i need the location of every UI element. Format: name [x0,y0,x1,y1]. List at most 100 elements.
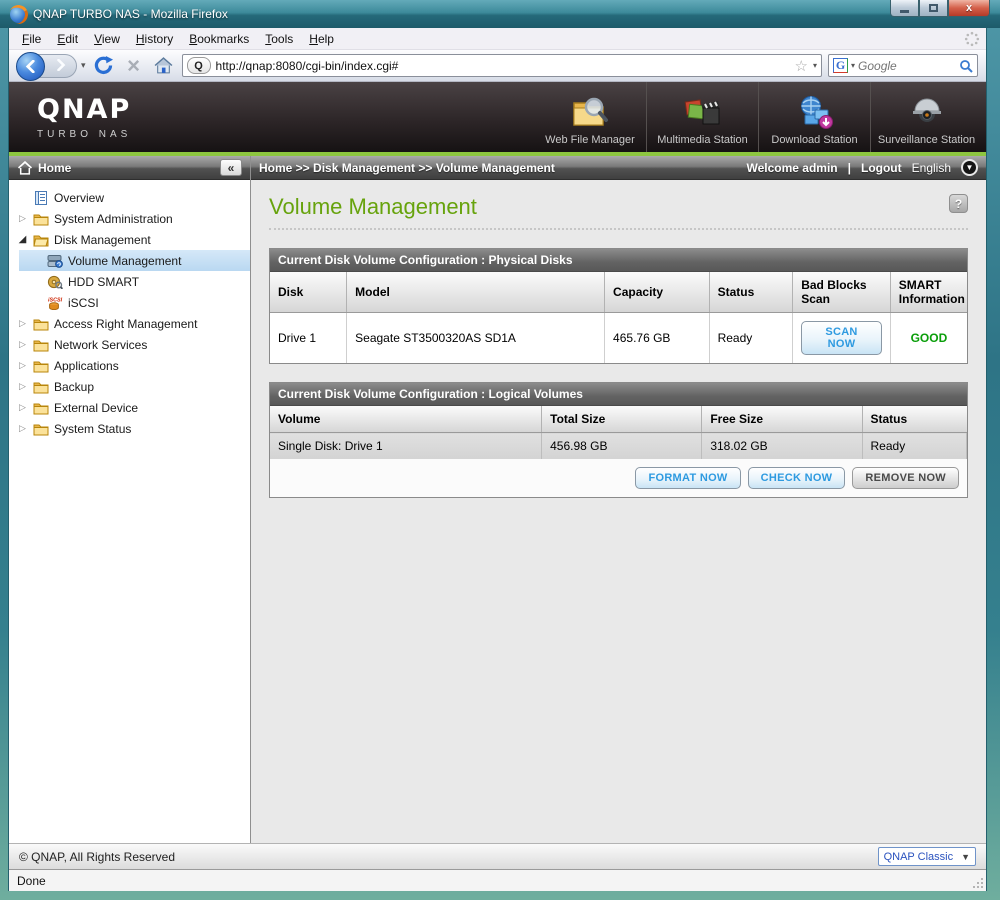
sidebar-item-applications[interactable]: ▷ Applications [9,355,250,376]
site-favicon[interactable]: Q [186,57,211,74]
document-icon [33,191,49,205]
folder-icon [33,380,49,394]
table-row: Single Disk: Drive 1 456.98 GB 318.02 GB… [270,432,967,459]
tree-item-label: HDD SMART [68,274,140,289]
station-surveillance[interactable]: Surveillance Station [870,82,982,152]
search-icon[interactable] [959,59,973,73]
content-area: Home >> Disk Management >> Volume Manage… [251,156,986,843]
separator: | [847,160,851,175]
sidebar-item-access-right-management[interactable]: ▷ Access Right Management [9,313,250,334]
menu-bar: File Edit View History Bookmarks Tools H… [9,28,986,50]
search-engine-icon[interactable]: G [833,58,848,73]
scan-now-button[interactable]: SCAN NOW [801,321,882,355]
forward-arrow-icon [56,59,66,71]
sidebar-item-system-status[interactable]: ▷ System Status [9,418,250,439]
logout-link[interactable]: Logout [861,161,902,175]
qnap-header: QNAP TURBO NAS Web File Manager Multimed… [9,82,986,156]
search-input[interactable] [858,58,956,73]
table-row: Drive 1 Seagate ST3500320AS SD1A 465.76 … [270,312,967,363]
menu-tools[interactable]: Tools [258,30,300,48]
column-header-total-size: Total Size [541,406,703,433]
welcome-text: Welcome admin [746,160,838,175]
sidebar-item-network-services[interactable]: ▷ Network Services [9,334,250,355]
column-header-bad-blocks-scan: Bad Blocks Scan [792,272,891,313]
home-button[interactable] [152,54,176,78]
search-engine-caret[interactable]: ▾ [851,61,855,70]
station-multimedia[interactable]: Multimedia Station [646,82,758,152]
station-label: Web File Manager [545,134,635,146]
browser-frame: File Edit View History Bookmarks Tools H… [8,28,987,891]
cell-model: Seagate ST3500320AS SD1A [346,312,606,363]
search-box: G ▾ [828,54,978,77]
tree-item-label: Overview [54,190,105,205]
logical-volumes-panel: Current Disk Volume Configuration : Logi… [269,382,968,498]
sidebar-collapse-button[interactable]: « [220,159,242,176]
back-button[interactable] [16,51,45,81]
stop-button[interactable]: × [122,54,146,78]
menu-bookmarks[interactable]: Bookmarks [182,30,256,48]
minimize-button[interactable] [890,0,919,17]
sidebar-item-disk-management[interactable]: ◢ Disk Management [9,229,250,250]
remove-now-button[interactable]: REMOVE NOW [852,467,959,489]
session-controls: Welcome admin | Logout English ▼ [746,159,978,176]
forward-button[interactable] [56,58,66,76]
sidebar-item-external-device[interactable]: ▷ External Device [9,397,250,418]
expander-closed-icon[interactable]: ▷ [17,339,28,350]
folder-icon [33,422,49,436]
reload-icon [93,55,114,76]
close-button[interactable]: x [948,0,990,17]
sidebar-item-volume-management[interactable]: Volume Management [19,250,250,271]
sidebar-item-hdd-smart[interactable]: HDD SMART [19,271,250,292]
maximize-icon [929,4,938,12]
maximize-button[interactable] [919,0,948,17]
menu-help[interactable]: Help [302,30,341,48]
web-file-manager-icon [570,95,610,131]
menu-history[interactable]: History [129,30,180,48]
reload-button[interactable] [92,54,116,78]
qnap-tagline: TURBO NAS [37,129,132,140]
download-station-icon [795,95,835,131]
station-web-file-manager[interactable]: Web File Manager [534,82,646,152]
history-dropdown-caret[interactable]: ▾ [81,60,86,71]
home-icon [154,57,173,74]
menu-file[interactable]: File [15,30,48,48]
folder-icon [33,212,49,226]
url-input[interactable] [215,58,790,73]
help-button[interactable]: ? [949,194,968,213]
cell-free-size: 318.02 GB [701,432,863,459]
menu-edit[interactable]: Edit [50,30,85,48]
sidebar-header-label: Home [38,160,72,175]
sidebar-item-iscsi[interactable]: iSCSI [19,292,250,313]
expander-closed-icon[interactable]: ▷ [17,381,28,392]
app-footer: © QNAP, All Rights Reserved QNAP Classic… [9,843,986,869]
expander-open-icon[interactable]: ◢ [17,234,28,245]
cell-disk: Drive 1 [270,312,348,363]
station-download[interactable]: Download Station [758,82,870,152]
bookmark-star-icon[interactable]: ☆ [795,57,808,75]
folder-open-icon [33,233,49,247]
column-header-volume: Volume [270,406,543,433]
expander-closed-icon[interactable]: ▷ [17,360,28,371]
cell-status: Ready [709,312,794,363]
resize-grip-icon[interactable] [972,877,984,889]
language-dropdown-button[interactable]: ▼ [961,159,978,176]
physical-disks-panel: Current Disk Volume Configuration : Phys… [269,248,968,364]
menu-view[interactable]: View [87,30,127,48]
tree-item-label: Applications [54,358,119,373]
check-now-button[interactable]: CHECK NOW [747,467,846,489]
brand: QNAP TURBO NAS [37,94,287,140]
expander-closed-icon[interactable]: ▷ [17,423,28,434]
expander-closed-icon[interactable]: ▷ [17,402,28,413]
url-dropdown-caret[interactable]: ▾ [813,61,817,70]
sidebar-item-overview[interactable]: Overview [9,187,250,208]
theme-selector[interactable]: QNAP Classic ▼ [877,847,976,866]
browser-window: QNAP TURBO NAS - Mozilla Firefox x File … [0,0,1000,900]
sidebar-item-backup[interactable]: ▷ Backup [9,376,250,397]
surveillance-station-icon [907,95,947,131]
expander-closed-icon[interactable]: ▷ [17,318,28,329]
format-now-button[interactable]: FORMAT NOW [635,467,741,489]
expander-closed-icon[interactable]: ▷ [17,213,28,224]
sidebar-item-system-administration[interactable]: ▷ System Administration [9,208,250,229]
column-header-status: Status [709,272,794,313]
column-header-smart-information: SMART Information [890,272,967,313]
